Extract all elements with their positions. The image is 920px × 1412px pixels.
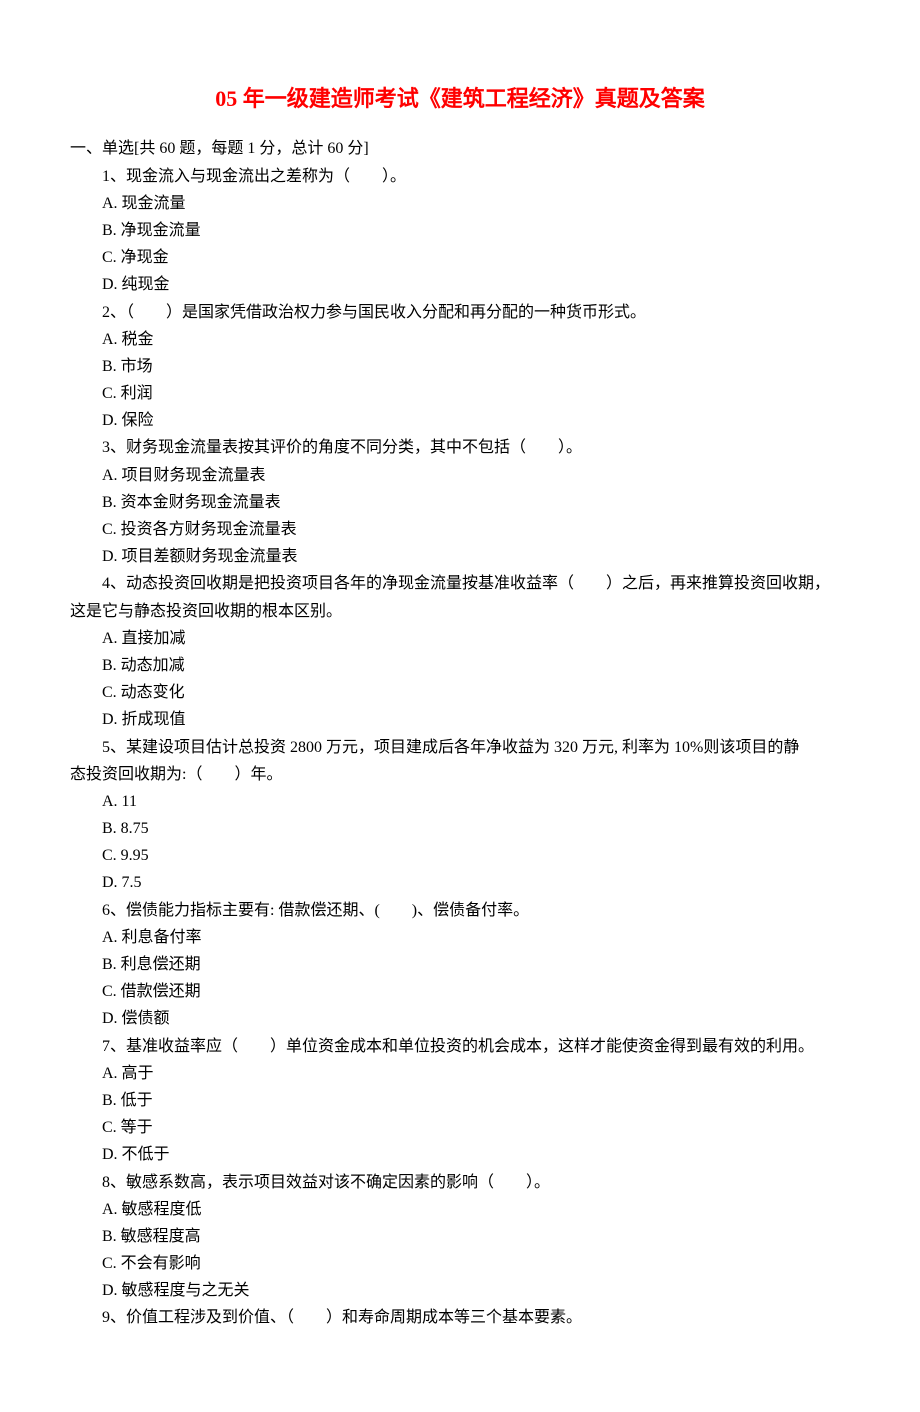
question-text: 5、某建设项目估计总投资 2800 万元，项目建成后各年净收益为 320 万元,…	[70, 734, 850, 761]
question-continuation: 态投资回收期为:（ ）年。	[70, 761, 850, 788]
option-d: D. 偿债额	[70, 1005, 850, 1032]
question-text: 8、敏感系数高，表示项目效益对该不确定因素的影响（ ）。	[70, 1169, 850, 1196]
question-text: 9、价值工程涉及到价值、（ ）和寿命周期成本等三个基本要素。	[70, 1304, 850, 1331]
option-c: C. 利润	[70, 380, 850, 407]
option-b: B. 动态加减	[70, 652, 850, 679]
option-a: A. 利息备付率	[70, 924, 850, 951]
option-b: B. 资本金财务现金流量表	[70, 489, 850, 516]
option-a: A. 项目财务现金流量表	[70, 462, 850, 489]
option-c: C. 净现金	[70, 244, 850, 271]
option-c: C. 不会有影响	[70, 1250, 850, 1277]
option-a: A. 税金	[70, 326, 850, 353]
question-text: 2、（ ）是国家凭借政治权力参与国民收入分配和再分配的一种货币形式。	[70, 299, 850, 326]
question-4: 4、动态投资回收期是把投资项目各年的净现金流量按基准收益率（ ）之后，再来推算投…	[70, 570, 850, 733]
question-continuation: 这是它与静态投资回收期的根本区别。	[70, 598, 850, 625]
question-6: 6、偿债能力指标主要有: 借款偿还期、( )、偿债备付率。 A. 利息备付率 B…	[70, 897, 850, 1033]
option-a: A. 11	[70, 788, 850, 815]
question-8: 8、敏感系数高，表示项目效益对该不确定因素的影响（ ）。 A. 敏感程度低 B.…	[70, 1169, 850, 1305]
option-c: C. 9.95	[70, 842, 850, 869]
option-d: D. 不低于	[70, 1141, 850, 1168]
question-text: 7、基准收益率应（ ）单位资金成本和单位投资的机会成本，这样才能使资金得到最有效…	[70, 1033, 850, 1060]
option-c: C. 等于	[70, 1114, 850, 1141]
question-text: 3、财务现金流量表按其评价的角度不同分类，其中不包括（ ）。	[70, 434, 850, 461]
question-text: 6、偿债能力指标主要有: 借款偿还期、( )、偿债备付率。	[70, 897, 850, 924]
option-d: D. 项目差额财务现金流量表	[70, 543, 850, 570]
option-a: A. 现金流量	[70, 190, 850, 217]
section-header: 一、单选[共 60 题，每题 1 分，总计 60 分]	[70, 135, 850, 162]
option-b: B. 净现金流量	[70, 217, 850, 244]
question-9: 9、价值工程涉及到价值、（ ）和寿命周期成本等三个基本要素。	[70, 1304, 850, 1331]
question-1: 1、现金流入与现金流出之差称为（ ）。 A. 现金流量 B. 净现金流量 C. …	[70, 163, 850, 299]
option-b: B. 敏感程度高	[70, 1223, 850, 1250]
option-b: B. 8.75	[70, 815, 850, 842]
question-7: 7、基准收益率应（ ）单位资金成本和单位投资的机会成本，这样才能使资金得到最有效…	[70, 1033, 850, 1169]
option-c: C. 借款偿还期	[70, 978, 850, 1005]
option-b: B. 市场	[70, 353, 850, 380]
option-a: A. 高于	[70, 1060, 850, 1087]
option-a: A. 敏感程度低	[70, 1196, 850, 1223]
option-c: C. 动态变化	[70, 679, 850, 706]
option-d: D. 保险	[70, 407, 850, 434]
option-d: D. 纯现金	[70, 271, 850, 298]
question-text: 4、动态投资回收期是把投资项目各年的净现金流量按基准收益率（ ）之后，再来推算投…	[70, 570, 850, 597]
question-3: 3、财务现金流量表按其评价的角度不同分类，其中不包括（ ）。 A. 项目财务现金…	[70, 434, 850, 570]
question-text: 1、现金流入与现金流出之差称为（ ）。	[70, 163, 850, 190]
question-2: 2、（ ）是国家凭借政治权力参与国民收入分配和再分配的一种货币形式。 A. 税金…	[70, 299, 850, 435]
question-5: 5、某建设项目估计总投资 2800 万元，项目建成后各年净收益为 320 万元,…	[70, 734, 850, 897]
option-d: D. 7.5	[70, 869, 850, 896]
option-a: A. 直接加减	[70, 625, 850, 652]
document-title: 05 年一级建造师考试《建筑工程经济》真题及答案	[70, 80, 850, 117]
option-c: C. 投资各方财务现金流量表	[70, 516, 850, 543]
option-d: D. 敏感程度与之无关	[70, 1277, 850, 1304]
option-b: B. 利息偿还期	[70, 951, 850, 978]
option-d: D. 折成现值	[70, 706, 850, 733]
option-b: B. 低于	[70, 1087, 850, 1114]
